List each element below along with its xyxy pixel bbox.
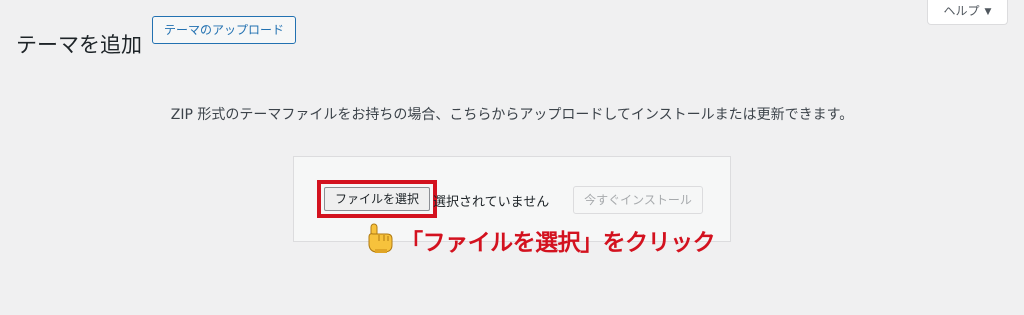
caret-down-icon: ▼ xyxy=(984,7,992,17)
highlight-box xyxy=(317,180,437,218)
pointing-hand-icon xyxy=(365,222,395,258)
help-tab-button[interactable]: ヘルプ ▼ xyxy=(927,0,1008,25)
install-now-button: 今すぐインストール xyxy=(573,186,703,214)
file-status-text: 選択されていません xyxy=(433,195,550,210)
page-title: テーマを追加 xyxy=(16,33,142,58)
annotation-text: 「ファイルを選択」をクリック xyxy=(400,230,716,256)
upload-description: ZIP 形式のテーマファイルをお持ちの場合、こちらからアップロードしてインストー… xyxy=(170,107,854,123)
click-instruction-annotation: 「ファイルを選択」をクリック xyxy=(365,222,716,258)
upload-theme-button[interactable]: テーマのアップロード xyxy=(152,16,296,44)
help-tab-label: ヘルプ xyxy=(943,4,980,18)
